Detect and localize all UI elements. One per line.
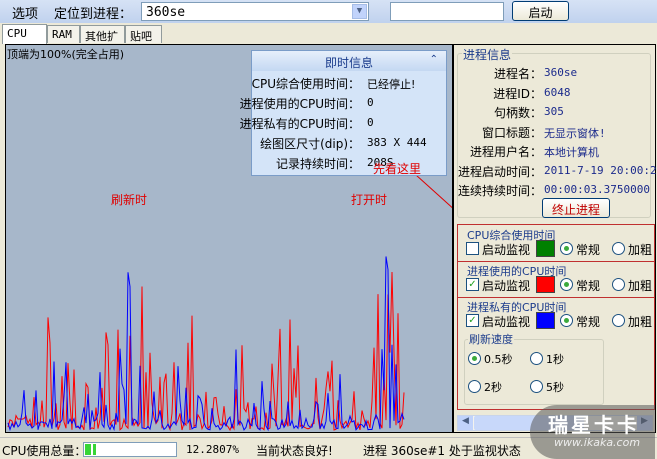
process-value: 00:00:03.3750000 — [544, 183, 650, 196]
color-swatch[interactable] — [536, 240, 555, 257]
enable-monitor-checkbox[interactable]: ✓ — [466, 314, 479, 327]
info-label: 进程私有的CPU时间： — [239, 117, 360, 131]
bold-radio[interactable] — [612, 314, 625, 327]
refresh-group — [464, 339, 604, 405]
scroll-left-icon[interactable]: ◀ — [458, 416, 473, 430]
normal-label: 常规 — [576, 243, 601, 257]
cpu-progress-bar — [83, 442, 177, 457]
info-panel: 即时信息 ⌃ CPU综合使用时间： 已经停止! 进程使用的CPU时间： 0 进程私有的CP… — [240, 50, 447, 176]
refresh-radio[interactable] — [530, 352, 543, 365]
start-button[interactable]: 启动 — [512, 1, 569, 21]
divider — [458, 261, 654, 262]
info-value: 0 — [367, 116, 374, 129]
annotation-refresh: 刷新时 — [111, 193, 148, 207]
color-swatch[interactable] — [536, 312, 555, 329]
cpu-progress-fill — [85, 444, 97, 455]
cpu-total-label: CPU使用总量： — [2, 444, 87, 458]
normal-label: 常规 — [576, 279, 601, 293]
color-swatch[interactable] — [536, 276, 555, 293]
process-value: 2011-7-19 20:00:21 — [544, 163, 657, 177]
divider — [458, 297, 654, 298]
enable-monitor-label: 启动监视 — [482, 279, 531, 293]
refresh-option-label: 1秒 — [546, 353, 564, 366]
bold-label: 加粗 — [628, 279, 653, 293]
process-combo[interactable]: 360se ▼ — [141, 2, 369, 21]
bold-label: 加粗 — [628, 243, 653, 257]
info-panel-title: 即时信息 — [324, 56, 373, 70]
process-value: 无显示窗体! — [544, 126, 606, 140]
chevron-down-icon[interactable]: ▼ — [352, 4, 367, 19]
tab-extensions[interactable]: 其他扩展 — [80, 25, 125, 59]
refresh-option-label: 5秒 — [546, 381, 564, 394]
info-value: 383 X 444 — [367, 136, 427, 149]
refresh-option-label: 2秒 — [484, 381, 502, 394]
enable-monitor-label: 启动监视 — [482, 243, 531, 257]
process-value: 本地计算机 — [544, 146, 599, 159]
options-menu[interactable]: 选项 — [12, 3, 38, 22]
normal-radio[interactable] — [560, 242, 573, 255]
normal-radio[interactable] — [560, 278, 573, 291]
toolbar: 选项 定位到进程： 360se ▼ 启动 — [0, 0, 657, 23]
bold-radio[interactable] — [612, 278, 625, 291]
enable-monitor-label: 启动监视 — [482, 315, 531, 329]
normal-label: 常规 — [576, 315, 601, 329]
process-value: 305 — [544, 105, 564, 118]
refresh-option-label: 0.5秒 — [484, 353, 513, 366]
process-label: 句柄数： — [493, 106, 542, 120]
info-label: 绘图区尺寸(dip)： — [260, 137, 360, 151]
process-info-title: 进程信息 — [462, 46, 513, 63]
info-value: 0 — [367, 96, 374, 109]
info-label: 记录持续时间： — [275, 157, 360, 171]
refresh-radio[interactable] — [530, 380, 543, 393]
graph-top-label: 顶端为100%(完全占用) — [7, 48, 125, 61]
tab-ram[interactable]: RAM — [47, 25, 80, 43]
cpu-percent: 12.2807% — [186, 443, 239, 456]
process-label: 进程用户名： — [469, 145, 542, 159]
enable-monitor-checkbox[interactable] — [466, 242, 479, 255]
annotation-open: 打开时 — [351, 193, 388, 207]
bold-radio[interactable] — [612, 242, 625, 255]
right-panel: 进程信息 进程名： 360se 进程ID： 6048 句柄数： 305 窗口标题： 无显示窗体… — [453, 44, 657, 433]
info-label: 进程使用的CPU时间： — [239, 97, 360, 111]
private-cpu-line — [7, 256, 405, 432]
chevron-up-icon[interactable]: ⌃ — [430, 54, 438, 65]
tab-cpu[interactable]: CPU — [2, 24, 47, 44]
enable-monitor-checkbox[interactable]: ✓ — [466, 278, 479, 291]
refresh-radio[interactable] — [468, 380, 481, 393]
terminate-button[interactable]: 终止进程 — [542, 198, 610, 218]
annotation-look-here: 先看这里 — [373, 162, 422, 176]
locate-label: 定位到进程： — [54, 7, 133, 22]
process-label: 窗口标题： — [481, 125, 542, 140]
state-text: 当前状态良好! — [256, 444, 333, 458]
refresh-title: 刷新速度 — [468, 331, 514, 347]
process-value: 360se — [544, 66, 578, 79]
process-combo-value: 360se — [146, 5, 186, 20]
tab-tieba[interactable]: 贴吧 — [125, 25, 162, 43]
info-label: CPU综合使用时间： — [251, 77, 360, 91]
process-value: 6048 — [544, 85, 571, 99]
normal-radio[interactable] — [560, 314, 573, 327]
bold-label: 加粗 — [628, 315, 653, 329]
info-value: 已经停止! — [367, 78, 416, 91]
info-panel-header[interactable]: 即时信息 ⌃ — [252, 51, 446, 71]
process-label: 进程ID： — [493, 86, 542, 101]
process-label: 进程名： — [493, 67, 542, 81]
process-label: 进程启动时间： — [457, 164, 542, 179]
watermark-logo: 瑞星卡卡 www.ikaka.com — [530, 405, 655, 459]
annotation-arrow — [415, 174, 452, 209]
refresh-radio[interactable] — [468, 352, 481, 365]
process-label: 连续持续时间： — [457, 184, 542, 198]
text-input[interactable] — [390, 2, 504, 21]
process-status-text: 进程 360se#1 处于监视状态 — [363, 444, 521, 458]
